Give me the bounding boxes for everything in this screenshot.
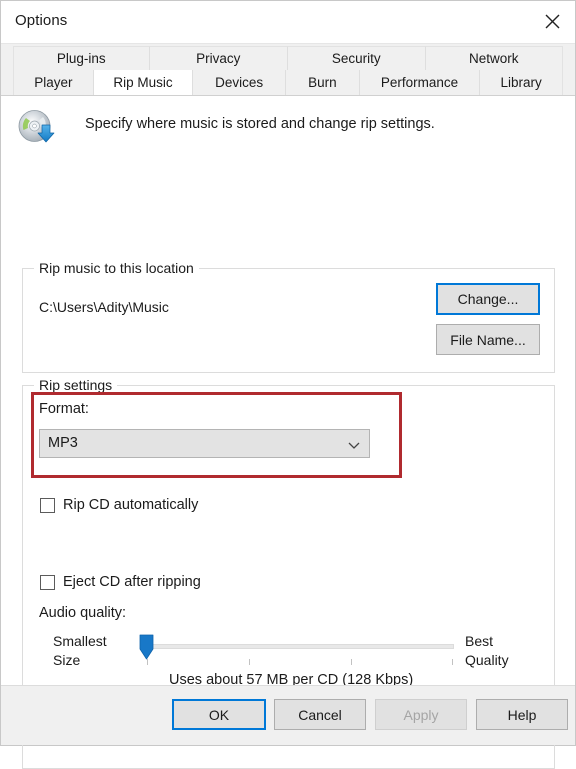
format-label: Format: [39, 401, 89, 417]
checkbox-box [40, 497, 55, 513]
slider-max-label-line2: Quality [465, 652, 509, 668]
tab-performance[interactable]: Performance [359, 70, 481, 95]
tab-player[interactable]: Player [13, 70, 94, 95]
help-button-label: Help [507, 706, 537, 723]
help-button[interactable]: Help [476, 699, 568, 730]
slider-min-label-line2: Size [53, 652, 81, 668]
slider-track [146, 644, 454, 649]
slider-min-label: Smallest Size [53, 632, 107, 670]
tab-security[interactable]: Security [288, 46, 426, 71]
apply-button: Apply [375, 699, 467, 730]
slider-min-label-line1: Smallest [53, 633, 107, 649]
tab-label: Security [331, 51, 381, 66]
slider-tick [249, 659, 250, 665]
format-dropdown[interactable]: MP3 [39, 429, 370, 458]
rip-cd-automatically-checkbox[interactable]: Rip CD automatically [40, 497, 198, 513]
page-description: Specify where music is stored and change… [85, 116, 435, 132]
slider-thumb[interactable] [139, 634, 154, 660]
file-name-button[interactable]: File Name... [436, 324, 540, 355]
tab-label: Burn [308, 75, 337, 90]
tab-devices[interactable]: Devices [193, 70, 286, 95]
tab-label: Devices [215, 75, 264, 90]
dialog-footer: OK Cancel Apply Help [1, 685, 575, 745]
apply-button-label: Apply [403, 706, 439, 723]
close-button[interactable] [529, 1, 575, 42]
eject-cd-after-ripping-checkbox[interactable]: Eject CD after ripping [40, 574, 201, 590]
tab-label: Library [500, 75, 542, 90]
eject-cd-after-ripping-label: Eject CD after ripping [63, 574, 201, 590]
tab-network[interactable]: Network [425, 46, 563, 71]
slider-tick [351, 659, 352, 665]
cancel-button[interactable]: Cancel [274, 699, 366, 730]
chevron-down-icon [348, 442, 360, 449]
tab-strip: Plug-ins Privacy Security Network Player… [1, 44, 575, 96]
tab-row-1: Plug-ins Privacy Security Network [13, 46, 563, 71]
rip-settings-legend: Rip settings [34, 377, 118, 393]
cancel-button-label: Cancel [298, 706, 342, 723]
audio-quality-slider[interactable] [139, 634, 454, 669]
tab-row-2: Player Rip Music Devices Burn Performanc… [13, 70, 563, 95]
tab-label: Plug-ins [56, 51, 106, 66]
tab-content-rip-music: Specify where music is stored and change… [1, 96, 575, 769]
tab-rip-music[interactable]: Rip Music [93, 70, 194, 95]
tab-burn[interactable]: Burn [286, 70, 360, 95]
close-icon [545, 14, 559, 29]
rip-cd-icon [18, 110, 55, 143]
ok-button-label: OK [208, 706, 230, 723]
page-title: Options [15, 12, 68, 29]
tab-label: Player [34, 75, 73, 90]
audio-quality-label: Audio quality: [39, 605, 127, 621]
checkbox-box [40, 574, 55, 590]
tab-plug-ins[interactable]: Plug-ins [13, 46, 150, 71]
options-dialog: Options Plug-ins Privacy Security Networ… [0, 0, 576, 769]
slider-max-label: Best Quality [465, 632, 509, 670]
tab-library[interactable]: Library [480, 70, 563, 95]
rip-location-group: Rip music to this location C:\Users\Adit… [22, 260, 555, 373]
change-button[interactable]: Change... [436, 283, 540, 315]
format-dropdown-value: MP3 [48, 435, 78, 451]
rip-location-legend: Rip music to this location [34, 260, 199, 276]
tab-label: Rip Music [113, 75, 173, 90]
rip-location-path: C:\Users\Adity\Music [39, 299, 169, 315]
tab-privacy[interactable]: Privacy [149, 46, 288, 71]
slider-max-label-line1: Best [465, 633, 494, 649]
file-name-button-label: File Name... [450, 331, 526, 348]
rip-cd-automatically-label: Rip CD automatically [63, 497, 199, 513]
ok-button[interactable]: OK [172, 699, 266, 730]
change-button-label: Change... [457, 291, 519, 307]
tab-label: Privacy [196, 51, 241, 66]
tab-label: Performance [380, 75, 459, 90]
tab-label: Network [468, 51, 519, 66]
slider-tick [452, 659, 453, 665]
page-header: Specify where music is stored and change… [17, 106, 559, 150]
title-bar: Options [1, 1, 575, 44]
